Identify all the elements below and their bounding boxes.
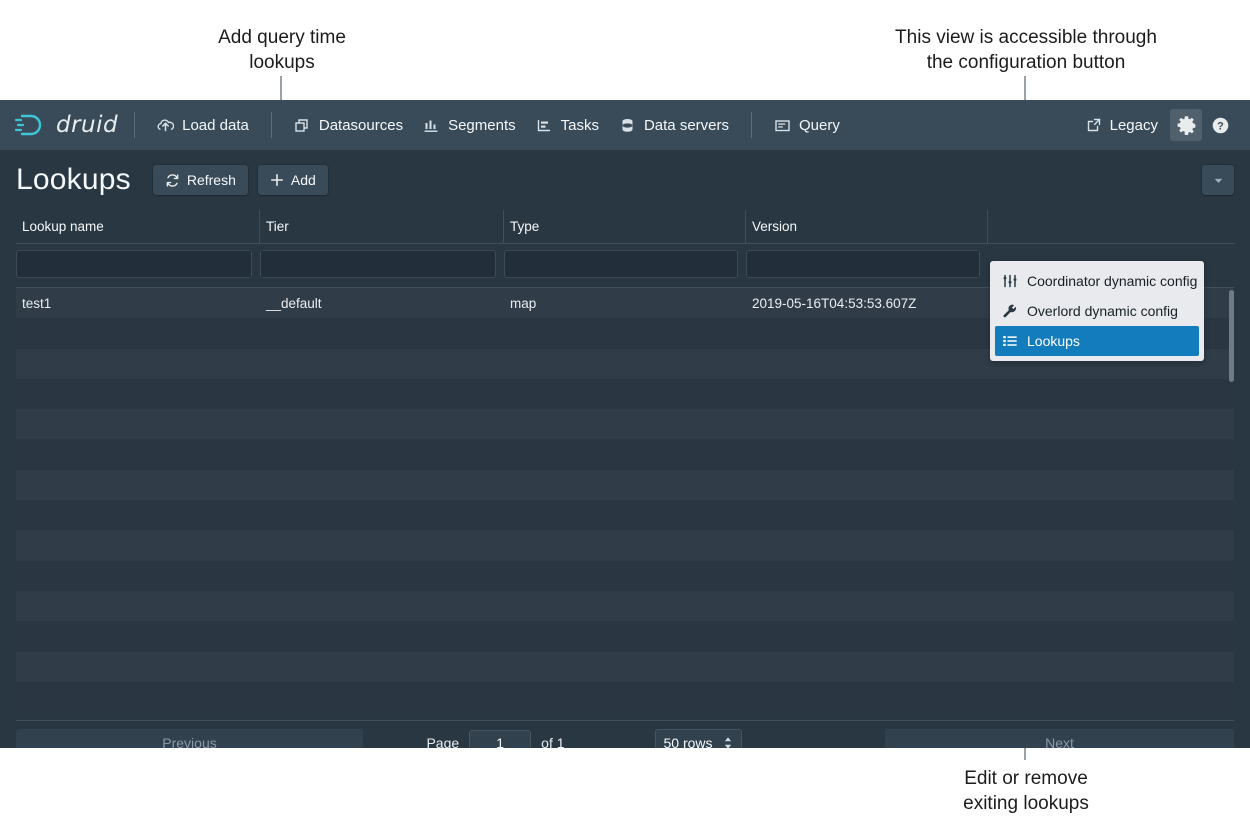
config-dropdown-menu: Coordinator dynamic config Overlord dyna…	[990, 261, 1204, 361]
page-header: Lookups Refresh Add	[0, 150, 1250, 210]
column-header-type[interactable]: Type	[504, 210, 746, 243]
nav-item-legacy[interactable]: Legacy	[1076, 109, 1168, 141]
refresh-button-label: Refresh	[186, 172, 236, 188]
table-row-empty	[16, 378, 1234, 410]
refresh-button[interactable]: Refresh	[152, 165, 248, 195]
table-row-empty	[16, 530, 1234, 561]
annotation-config-button: This view is accessible through the confi…	[895, 27, 1157, 73]
tasks-icon	[536, 117, 553, 134]
table-row-empty	[16, 500, 1234, 531]
page-number-input[interactable]	[469, 730, 532, 748]
upload-cloud-icon	[157, 117, 175, 134]
nav-item-load-data[interactable]: Load data	[147, 109, 259, 141]
navbar-right: Legacy ?	[1076, 109, 1236, 141]
druid-logo-text: druid	[56, 112, 119, 138]
external-link-icon	[1086, 117, 1102, 133]
plus-icon	[270, 173, 284, 187]
column-header-version[interactable]: Version	[746, 210, 988, 243]
nav-item-datasources[interactable]: Datasources	[284, 109, 413, 141]
annotation-edit-remove: Edit or remove exiting lookups	[963, 768, 1089, 814]
filter-cell-tier	[260, 250, 504, 278]
navbar-divider	[751, 112, 752, 138]
header-dropdown-button[interactable]	[1202, 165, 1234, 195]
filter-input-version[interactable]	[746, 250, 980, 278]
nav-item-data-servers[interactable]: Data servers	[609, 109, 739, 141]
previous-page-button[interactable]: Previous	[16, 729, 363, 748]
navbar-divider	[270, 112, 272, 138]
cell-tier: __default	[266, 295, 322, 311]
table-row-empty	[16, 560, 1234, 591]
table-row-empty	[16, 590, 1234, 622]
stepper-icon	[723, 735, 733, 748]
list-icon	[1002, 333, 1018, 349]
table-header-row: Lookup name Tier Type Version	[16, 210, 1234, 244]
table-row-empty	[16, 681, 1234, 713]
druid-logo-icon	[14, 112, 48, 138]
cell-lookup-name: test1	[22, 295, 52, 311]
column-header-actions	[988, 210, 1234, 243]
segments-icon	[423, 117, 440, 134]
nav-item-tasks-label: Tasks	[560, 116, 599, 134]
nav-item-data-servers-label: Data servers	[643, 116, 729, 134]
menu-item-coordinator-dynamic-config[interactable]: Coordinator dynamic config	[995, 266, 1199, 296]
druid-console: druid Load data Datasources Segments Tas…	[0, 100, 1250, 748]
database-icon	[619, 117, 636, 134]
menu-item-overlord-dynamic-config[interactable]: Overlord dynamic config	[995, 296, 1199, 326]
page-label: Page	[426, 735, 460, 748]
filter-cell-type	[504, 250, 746, 278]
rows-per-page-select[interactable]: 50 rows	[654, 729, 742, 748]
filter-input-tier[interactable]	[260, 250, 496, 278]
menu-item-coordinator-label: Coordinator dynamic config	[1027, 273, 1198, 289]
table-row-empty	[16, 469, 1234, 501]
page-title: Lookups	[16, 163, 131, 196]
menu-item-lookups[interactable]: Lookups	[995, 326, 1199, 356]
add-button[interactable]: Add	[257, 165, 328, 195]
filter-cell-version	[746, 250, 988, 278]
nav-item-legacy-label: Legacy	[1109, 116, 1158, 134]
annotation-add-lookups: Add query time lookups	[218, 27, 346, 73]
table-row-empty	[16, 409, 1234, 440]
menu-item-lookups-label: Lookups	[1027, 333, 1080, 349]
filter-cell-lookup-name	[16, 250, 260, 278]
column-header-tier[interactable]: Tier	[260, 210, 504, 243]
filter-input-type[interactable]	[504, 250, 738, 278]
chevron-down-icon	[1212, 174, 1225, 187]
help-icon[interactable]: ?	[1204, 109, 1236, 141]
nav-item-segments-label: Segments	[448, 116, 516, 134]
refresh-icon	[165, 173, 180, 188]
next-page-button[interactable]: Next	[885, 729, 1234, 748]
menu-item-overlord-label: Overlord dynamic config	[1027, 303, 1178, 319]
nav-item-query-label: Query	[799, 116, 840, 134]
pagination: Previous Page of 1 50 rows Next	[16, 720, 1234, 748]
column-header-lookup-name[interactable]: Lookup name	[16, 210, 260, 243]
table-row-empty	[16, 439, 1234, 470]
cell-type: map	[510, 295, 537, 311]
svg-text:?: ?	[1217, 120, 1224, 132]
page-of-label: of 1	[541, 735, 565, 748]
table-scrollbar-thumb[interactable]	[1229, 290, 1234, 382]
filter-input-lookup-name[interactable]	[16, 250, 252, 278]
add-button-label: Add	[290, 172, 316, 188]
nav-item-query[interactable]: Query	[764, 109, 850, 141]
navbar: druid Load data Datasources Segments Tas…	[0, 100, 1250, 150]
cell-version: 2019-05-16T04:53:53.607Z	[752, 295, 917, 311]
nav-item-load-data-label: Load data	[182, 116, 249, 134]
datasources-icon	[294, 117, 311, 134]
gear-icon[interactable]	[1170, 109, 1202, 141]
nav-item-segments[interactable]: Segments	[413, 109, 526, 141]
table-row-empty	[16, 621, 1234, 652]
rows-per-page-label: 50 rows	[663, 735, 713, 748]
druid-logo[interactable]: druid	[14, 112, 118, 138]
sliders-icon	[1002, 273, 1018, 289]
nav-item-tasks[interactable]: Tasks	[526, 109, 609, 141]
table-row-empty	[16, 651, 1234, 682]
navbar-divider	[134, 112, 136, 138]
nav-item-datasources-label: Datasources	[318, 116, 404, 134]
pagination-center: Page of 1 50 rows	[363, 729, 885, 748]
query-icon	[774, 117, 791, 134]
wrench-icon	[1002, 303, 1018, 319]
